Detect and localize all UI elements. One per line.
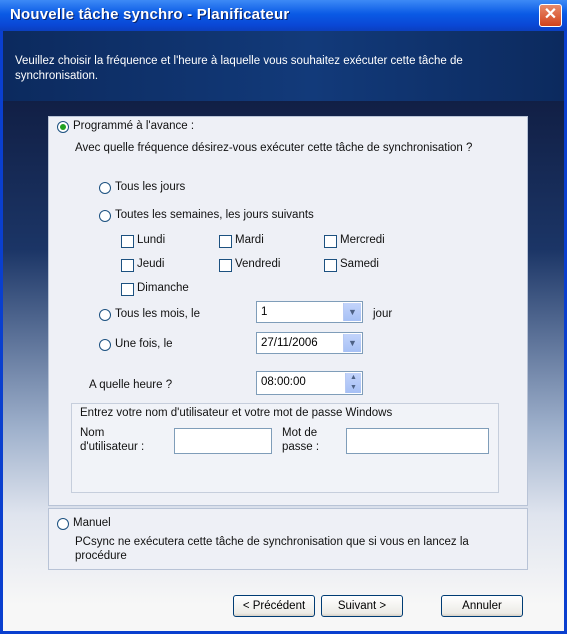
day-checkbox-lundi[interactable] bbox=[121, 235, 134, 248]
manual-note: PCsync ne exécutera cette tâche de synch… bbox=[75, 536, 469, 562]
monthly-radio[interactable] bbox=[99, 309, 111, 321]
credentials-box: Entrez votre nom d'utilisateur et votre … bbox=[71, 403, 499, 493]
wizard-header: Veuillez choisir la fréquence et l'heure… bbox=[3, 31, 564, 101]
day-label-mercredi: Mercredi bbox=[340, 234, 385, 246]
day-label-jeudi: Jeudi bbox=[137, 258, 165, 270]
time-label: A quelle heure ? bbox=[89, 379, 173, 391]
once-date-picker[interactable]: 27/11/2006 ▼ bbox=[256, 332, 363, 354]
day-label-dimanche: Dimanche bbox=[137, 282, 189, 294]
scheduled-label: Programmé à l'avance : bbox=[73, 120, 195, 132]
daily-radio[interactable] bbox=[99, 182, 111, 194]
day-checkbox-dimanche[interactable] bbox=[121, 283, 134, 296]
scheduled-radio[interactable] bbox=[57, 121, 69, 133]
time-spinner[interactable]: 08:00:00 ▲ ▼ bbox=[256, 371, 363, 395]
chevron-down-icon[interactable]: ▼ bbox=[343, 303, 361, 321]
monthly-day-value: 1 bbox=[261, 306, 268, 318]
time-value: 08:00:00 bbox=[261, 376, 306, 388]
manual-radio[interactable] bbox=[57, 518, 69, 530]
day-label-vendredi: Vendredi bbox=[235, 258, 281, 270]
header-description: Veuillez choisir la fréquence et l'heure… bbox=[15, 55, 463, 82]
day-checkbox-vendredi[interactable] bbox=[219, 259, 232, 272]
chevron-down-icon[interactable]: ▼ bbox=[343, 334, 361, 352]
frequency-question: Avec quelle fréquence désirez-vous exécu… bbox=[75, 142, 473, 154]
close-button[interactable]: ✕ bbox=[539, 4, 562, 27]
monthly-label: Tous les mois, le bbox=[115, 308, 201, 320]
day-checkbox-mardi[interactable] bbox=[219, 235, 232, 248]
once-radio[interactable] bbox=[99, 339, 111, 351]
day-label-samedi: Samedi bbox=[340, 258, 379, 270]
day-checkbox-mercredi[interactable] bbox=[324, 235, 337, 248]
back-button[interactable]: < Précédent bbox=[233, 595, 315, 617]
day-checkbox-jeudi[interactable] bbox=[121, 259, 134, 272]
next-button[interactable]: Suivant > bbox=[321, 595, 403, 617]
daily-label: Tous les jours bbox=[115, 181, 186, 193]
monthly-day-select[interactable]: 1 ▼ bbox=[256, 301, 363, 323]
spinner-arrows-icon[interactable]: ▲ ▼ bbox=[345, 373, 361, 393]
day-checkbox-samedi[interactable] bbox=[324, 259, 337, 272]
window-title: Nouvelle tâche synchro - Planificateur bbox=[10, 6, 290, 23]
wizard-window: Nouvelle tâche synchro - Planificateur ✕… bbox=[0, 0, 567, 634]
username-input[interactable] bbox=[174, 428, 272, 454]
password-label: Mot de passe : bbox=[282, 427, 320, 453]
wizard-content: Programmé à l'avance : Avec quelle fréqu… bbox=[3, 101, 564, 631]
title-bar: Nouvelle tâche synchro - Planificateur ✕ bbox=[0, 0, 567, 31]
password-input[interactable] bbox=[346, 428, 489, 454]
credentials-prompt: Entrez votre nom d'utilisateur et votre … bbox=[80, 407, 393, 419]
cancel-button[interactable]: Annuler bbox=[441, 595, 523, 617]
once-date-value: 27/11/2006 bbox=[261, 337, 318, 349]
weekly-label: Toutes les semaines, les jours suivants bbox=[115, 209, 314, 221]
jour-label: jour bbox=[373, 308, 393, 320]
weekly-radio[interactable] bbox=[99, 210, 111, 222]
username-label: Nom d'utilisateur : bbox=[80, 427, 145, 453]
day-label-lundi: Lundi bbox=[137, 234, 166, 246]
scheduled-group: Programmé à l'avance : Avec quelle fréqu… bbox=[48, 116, 528, 506]
once-label: Une fois, le bbox=[115, 338, 173, 350]
manual-group: Manuel PCsync ne exécutera cette tâche d… bbox=[48, 508, 528, 570]
day-label-mardi: Mardi bbox=[235, 234, 264, 246]
manual-label: Manuel bbox=[73, 517, 111, 529]
